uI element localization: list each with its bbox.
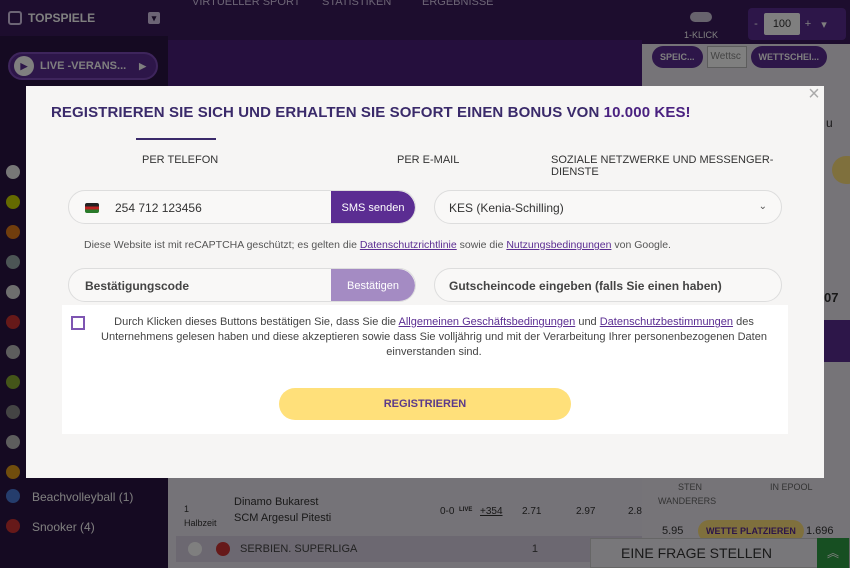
title-text: REGISTRIEREN SIE SICH UND ERHALTEN SIE S… [51,104,604,121]
tab-phone[interactable]: PER TELEFON [142,154,218,166]
terms-of-service-link[interactable]: Nutzungsbedingungen [506,239,611,251]
confirmation-code-input[interactable]: Bestätigungscode [85,279,189,293]
bonus-amount: 10.000 KES! [603,104,691,121]
consent-checkbox[interactable] [71,316,85,330]
modal-title: REGISTRIEREN SIE SICH UND ERHALTEN SIE S… [51,104,691,121]
data-protection-link[interactable]: Datenschutzbestimmungen [600,316,733,328]
confirm-button[interactable]: Bestätigen [331,269,415,301]
recaptcha-notice: Diese Website ist mit reCAPTCHA geschütz… [84,239,671,251]
kenya-flag-icon[interactable] [85,203,99,213]
consent-text: Durch Klicken dieses Buttons bestätigen … [96,315,772,360]
consent-text-prefix: Durch Klicken dieses Buttons bestätigen … [114,316,399,328]
currency-select[interactable]: KES (Kenia-Schilling) ⌄ [434,190,782,224]
active-tab-indicator [136,138,216,140]
tab-social[interactable]: SOZIALE NETZWERKE UND MESSENGER-DIENSTE [551,154,808,178]
privacy-policy-link[interactable]: Datenschutzrichtlinie [360,239,457,251]
currency-value: KES (Kenia-Schilling) [449,201,564,215]
register-button[interactable]: REGISTRIEREN [279,388,571,420]
phone-field[interactable]: 254 712 123456 SMS senden [68,190,416,224]
confirmation-code-field[interactable]: Bestätigungscode Bestätigen [68,268,416,302]
voucher-input[interactable]: Gutscheincode eingeben (falls Sie einen … [449,279,722,293]
consent-section: Durch Klicken dieses Buttons bestätigen … [62,305,788,434]
agb-link[interactable]: Allgemeinen Geschäftsbedingungen [399,316,576,328]
phone-input[interactable]: 254 712 123456 [115,201,202,215]
recaptcha-text-middle: sowie die [456,239,507,251]
voucher-field[interactable]: Gutscheincode eingeben (falls Sie einen … [434,268,782,302]
chevron-down-icon: ⌄ [758,201,767,212]
recaptcha-text: Diese Website ist mit reCAPTCHA geschütz… [84,239,360,251]
registration-tabs: PER TELEFON PER E-MAIL SOZIALE NETZWERKE… [96,138,808,178]
close-icon[interactable]: × [804,84,824,104]
send-sms-button[interactable]: SMS senden [331,191,415,223]
recaptcha-text-suffix: von Google. [611,239,671,251]
consent-text-middle: und [575,316,600,328]
tab-email[interactable]: PER E-MAIL [397,154,459,166]
